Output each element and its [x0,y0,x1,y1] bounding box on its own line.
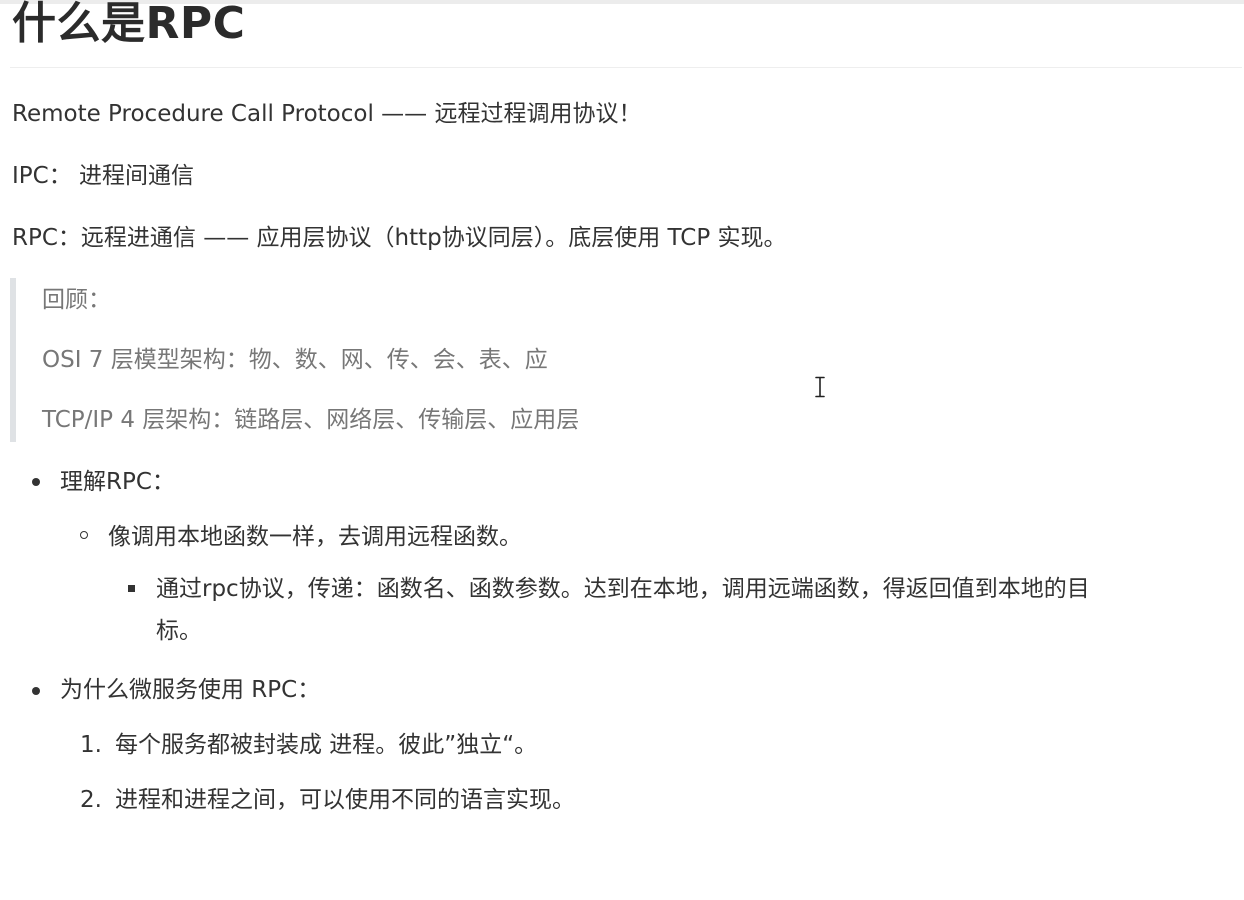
paragraph-rpc-definition: Remote Procedure Call Protocol —— 远程过程调用… [12,101,642,127]
quote-line-review: 回顾： [42,287,111,313]
bullet-disc-icon [32,687,40,695]
list-item-rpc-protocol: 通过rpc协议，传递：函数名、函数参数。达到在本地，调用远端函数，得返回值到本地… [156,576,1090,602]
blockquote-review: 回顾： OSI 7 层模型架构：物、数、网、传、会、表、应 TCP/IP 4 层… [10,278,916,442]
ordered-item-languages: 进程和进程之间，可以使用不同的语言实现。 [115,787,575,813]
quote-line-osi: OSI 7 层模型架构：物、数、网、传、会、表、应 [42,347,548,373]
paragraph-rpc-layer: RPC：远程进通信 —— 应用层协议（http协议同层）。底层使用 TCP 实现… [12,225,787,251]
list-item-call-like-local: 像调用本地函数一样，去调用远程函数。 [108,524,522,550]
paragraph-ipc: IPC： 进程间通信 [12,163,195,189]
page-title: 什么是RPC [12,0,246,49]
bullet-circle-icon [80,531,88,539]
ordered-item-process: 每个服务都被封装成 进程。彼此”独立“。 [115,732,538,758]
list-item-understand-rpc: 理解RPC： [60,469,175,495]
ordered-number: 1. [80,732,102,758]
list-item-why-microservices: 为什么微服务使用 RPC： [60,677,321,703]
heading-divider [10,67,1242,68]
bullet-square-icon [128,585,135,592]
bullet-disc-icon [32,478,40,486]
ordered-number: 2. [80,787,102,813]
text-cursor-icon [815,376,825,398]
list-item-rpc-protocol-cont: 标。 [156,618,202,644]
quote-line-tcpip: TCP/IP 4 层架构：链路层、网络层、传输层、应用层 [42,407,580,433]
